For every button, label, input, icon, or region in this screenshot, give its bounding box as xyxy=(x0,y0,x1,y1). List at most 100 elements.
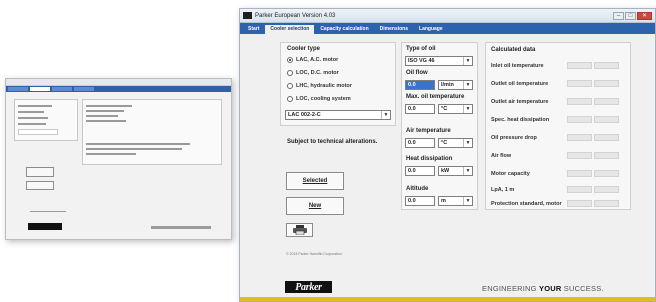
radio-indicator[interactable] xyxy=(287,57,293,63)
radio-loc-cooling[interactable]: LOC, cooling system xyxy=(287,96,351,102)
radio-indicator[interactable] xyxy=(287,96,293,102)
chevron-down-icon[interactable]: ▼ xyxy=(463,167,472,175)
air-temp-unit: °C xyxy=(441,140,448,146)
calc-value-box xyxy=(567,186,592,193)
calc-row: Oil pressure drop xyxy=(491,134,619,141)
thumbnail-text-line xyxy=(18,105,52,107)
calc-row: Motor capacity xyxy=(491,170,619,177)
air-temp-unit-select[interactable]: °C ▼ xyxy=(438,138,473,148)
selected-button[interactable]: Selected xyxy=(286,172,344,190)
radio-lac[interactable]: LAC, A.C. motor xyxy=(287,57,338,63)
thumbnail-tab xyxy=(8,87,28,91)
thumbnail-window xyxy=(5,78,232,240)
chevron-down-icon[interactable]: ▼ xyxy=(463,105,472,113)
calc-row: Air flow xyxy=(491,152,619,159)
calc-row: Outlet air temperature xyxy=(491,98,619,105)
oil-type-label: Type of oil xyxy=(406,46,436,52)
thumbnail-text-line xyxy=(18,117,48,119)
thumbnail-button xyxy=(26,167,54,177)
altitude-input[interactable]: 0.0 xyxy=(405,196,435,206)
oil-flow-input[interactable]: 0.0 xyxy=(405,80,435,90)
radio-label: LHC, hydraulic motor xyxy=(296,83,352,89)
window-title: Parker European Version 4.03 xyxy=(255,12,336,19)
thumbnail-text-line xyxy=(86,148,182,150)
radio-ldc[interactable]: LOC, D.C. motor xyxy=(287,70,339,76)
oil-flow-label: Oil flow xyxy=(406,70,428,76)
calc-row: Inlet oil temperature xyxy=(491,62,619,69)
maximize-icon[interactable]: □ xyxy=(625,11,636,20)
radio-label: LOC, D.C. motor xyxy=(296,70,339,76)
calc-value-box xyxy=(594,186,619,193)
tab-dimensions[interactable]: Dimensions xyxy=(375,25,413,34)
oil-type-select[interactable]: ISO VG 46 ▼ xyxy=(405,56,473,66)
thumbnail-tab xyxy=(30,87,50,91)
heat-dissipation-input[interactable]: 0.0 xyxy=(405,166,435,176)
calc-value-box xyxy=(594,152,619,159)
radio-indicator[interactable] xyxy=(287,70,293,76)
close-icon[interactable]: ✕ xyxy=(637,11,652,20)
minimize-icon[interactable]: – xyxy=(613,11,624,20)
calc-value-box xyxy=(594,98,619,105)
altitude-label: Altitude xyxy=(406,186,429,192)
print-button[interactable] xyxy=(286,223,313,237)
calc-value-box xyxy=(594,134,619,141)
tab-capacity-calculation[interactable]: Capacity calculation xyxy=(315,25,373,34)
calc-row: LpA, 1 m xyxy=(491,186,619,193)
calc-value-box xyxy=(594,200,619,207)
chevron-down-icon[interactable]: ▼ xyxy=(381,111,390,119)
thumbnail-button xyxy=(26,181,54,190)
thumbnail-text-line xyxy=(86,143,190,145)
calc-row: Protection standard, motor xyxy=(491,200,619,207)
thumbnail-text-line xyxy=(86,115,118,117)
calc-label: Protection standard, motor xyxy=(491,200,562,207)
heat-dissipation-unit-select[interactable]: kW ▼ xyxy=(438,166,473,176)
max-oil-temp-unit-select[interactable]: °C ▼ xyxy=(438,104,473,114)
thumbnail-text-line xyxy=(18,111,44,113)
calc-value-box xyxy=(567,152,592,159)
air-temp-input[interactable]: 0.0 xyxy=(405,138,435,148)
calc-label: Motor capacity xyxy=(491,170,530,177)
heat-dissipation-unit: kW xyxy=(441,168,450,174)
tab-language[interactable]: Language xyxy=(414,25,448,34)
oil-type-value: ISO VG 46 xyxy=(408,58,435,64)
altitude-unit: m xyxy=(441,198,446,204)
calc-row: Spec. heat dissipation xyxy=(491,116,619,123)
thumbnail-text-line xyxy=(86,120,126,122)
tab-cooler-selection[interactable]: Cooler selection xyxy=(265,25,315,34)
calc-value-box xyxy=(594,116,619,123)
thumbnail-select xyxy=(18,129,58,135)
radio-indicator[interactable] xyxy=(287,83,293,89)
calc-label: Inlet oil temperature xyxy=(491,62,544,69)
parameters-panel xyxy=(401,42,478,210)
app-window: Parker European Version 4.03 – □ ✕ Start… xyxy=(239,8,656,302)
calc-value-box xyxy=(567,80,592,87)
calc-label: Spec. heat dissipation xyxy=(491,116,550,123)
calc-value-box xyxy=(567,62,592,69)
chevron-down-icon[interactable]: ▼ xyxy=(463,139,472,147)
parker-logo: Parker xyxy=(285,281,332,293)
max-oil-temp-input[interactable]: 0.0 xyxy=(405,104,435,114)
thumbnail-text-line xyxy=(86,153,136,155)
altitude-unit-select[interactable]: m ▼ xyxy=(438,196,473,206)
radio-lhc[interactable]: LHC, hydraulic motor xyxy=(287,83,352,89)
printer-icon xyxy=(292,225,307,235)
cooler-model-select[interactable]: LAC 002-2-C ▼ xyxy=(285,110,391,120)
thumbnail-text-line xyxy=(18,123,46,125)
calc-value-box xyxy=(567,116,592,123)
parker-app-icon xyxy=(243,12,252,19)
chevron-down-icon[interactable]: ▼ xyxy=(463,57,472,65)
calc-value-box xyxy=(567,98,592,105)
chevron-down-icon[interactable]: ▼ xyxy=(463,197,472,205)
thumbnail-logo xyxy=(28,223,62,230)
tab-start[interactable]: Start xyxy=(243,25,264,34)
new-button[interactable]: New xyxy=(286,197,344,215)
calc-value-box xyxy=(567,170,592,177)
calculated-data-panel: Calculated data Inlet oil temperature Ou… xyxy=(485,42,631,210)
radio-label: LOC, cooling system xyxy=(296,96,351,102)
window-titlebar: Parker European Version 4.03 – □ ✕ xyxy=(240,9,655,23)
chevron-down-icon[interactable]: ▼ xyxy=(463,81,472,89)
thumbnail-tab xyxy=(74,87,94,91)
oil-flow-unit-select[interactable]: l/min ▼ xyxy=(438,80,473,90)
slogan: ENGINEERING YOUR SUCCESS. xyxy=(482,284,604,293)
window-controls: – □ ✕ xyxy=(613,11,652,20)
